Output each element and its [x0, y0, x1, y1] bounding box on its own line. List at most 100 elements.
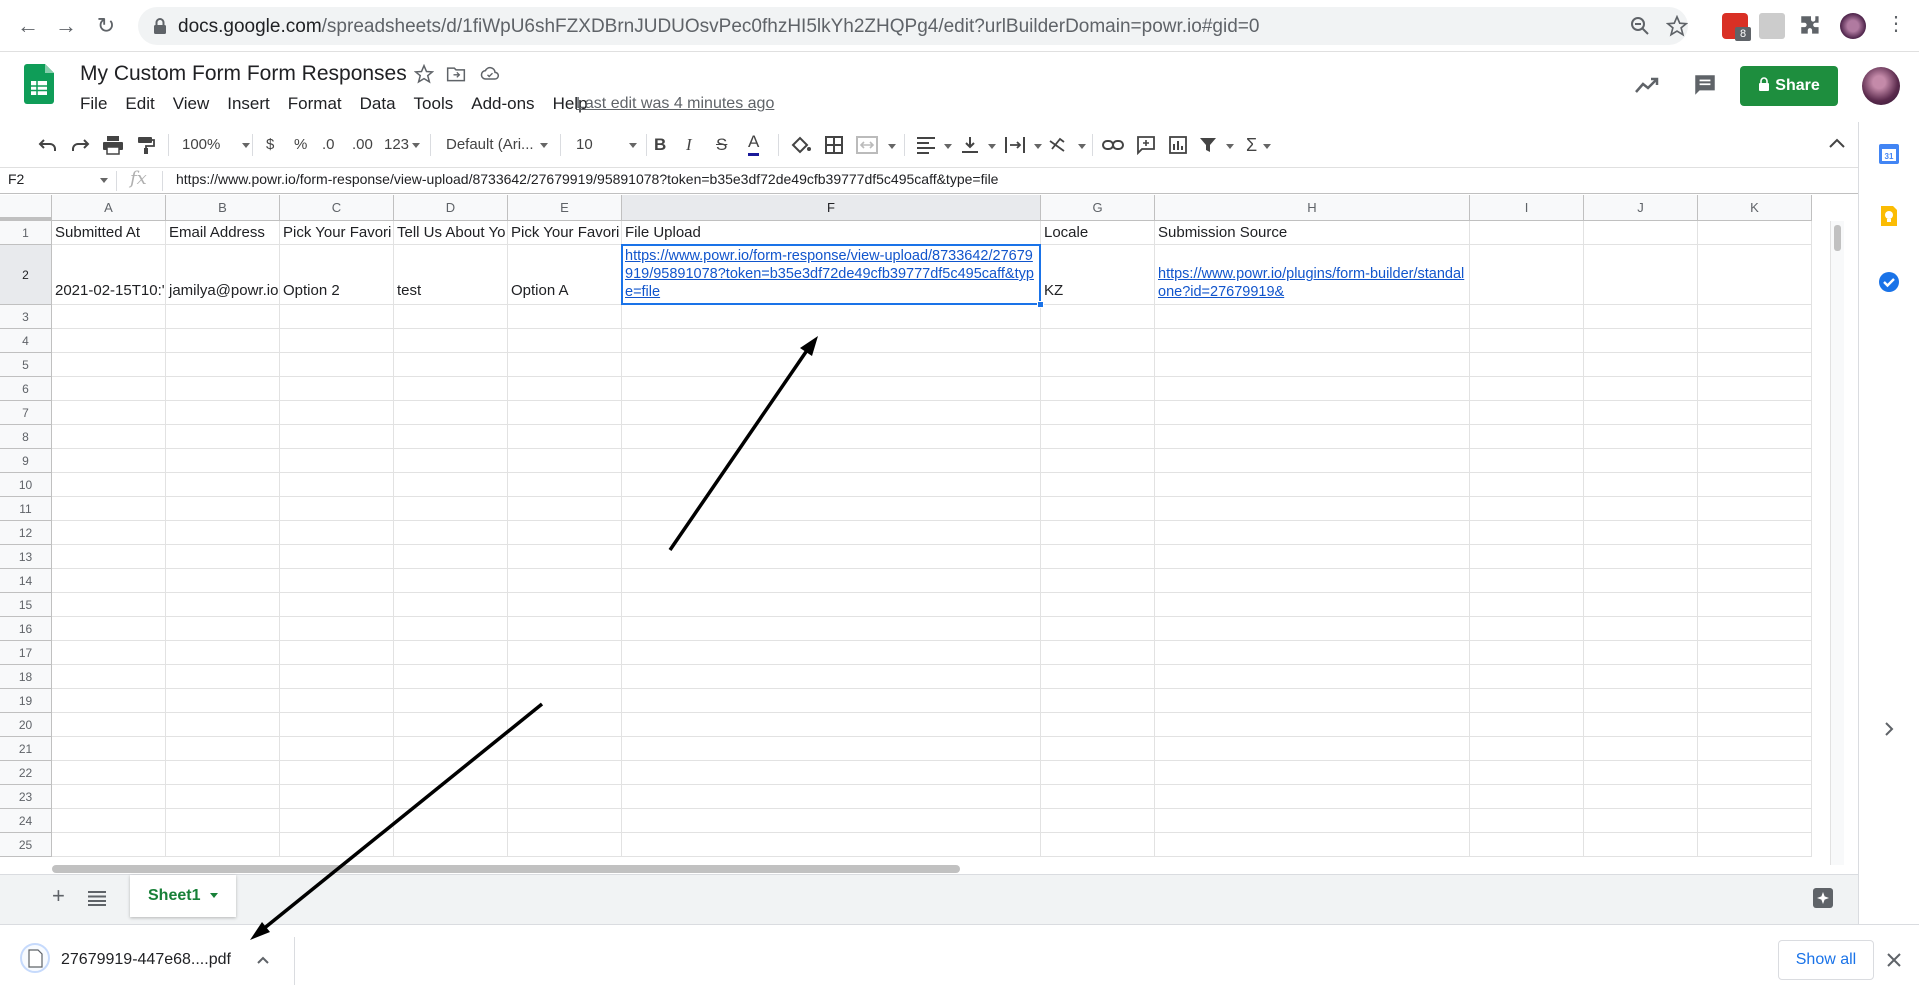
row-header-20[interactable]: 20: [0, 713, 52, 737]
redo-icon[interactable]: [70, 136, 90, 154]
cell-b23[interactable]: [166, 785, 280, 809]
cell-b21[interactable]: [166, 737, 280, 761]
insert-comment-icon[interactable]: [1136, 135, 1156, 155]
column-header-a[interactable]: A: [52, 195, 166, 221]
cell-a10[interactable]: [52, 473, 166, 497]
row-header-25[interactable]: 25: [0, 833, 52, 857]
sheets-logo-icon[interactable]: [24, 64, 54, 104]
cell-i22[interactable]: [1470, 761, 1584, 785]
cell-k23[interactable]: [1698, 785, 1812, 809]
row-header-3[interactable]: 3: [0, 305, 52, 329]
cell-h8[interactable]: [1155, 425, 1470, 449]
cell-k16[interactable]: [1698, 617, 1812, 641]
cell-h1[interactable]: Submission Source: [1155, 221, 1470, 245]
cell-f21[interactable]: [622, 737, 1041, 761]
merge-cells-icon[interactable]: [856, 135, 878, 155]
row-header-12[interactable]: 12: [0, 521, 52, 545]
row-header-19[interactable]: 19: [0, 689, 52, 713]
cell-b25[interactable]: [166, 833, 280, 857]
sheet-tab-sheet1[interactable]: Sheet1: [130, 875, 236, 917]
cell-j3[interactable]: [1584, 305, 1698, 329]
cell-a24[interactable]: [52, 809, 166, 833]
cell-j17[interactable]: [1584, 641, 1698, 665]
bookmark-star-icon[interactable]: [1666, 15, 1688, 37]
keep-icon[interactable]: [1877, 204, 1901, 228]
cell-b15[interactable]: [166, 593, 280, 617]
menu-tools[interactable]: Tools: [414, 94, 463, 116]
cell-h6[interactable]: [1155, 377, 1470, 401]
cell-b24[interactable]: [166, 809, 280, 833]
cell-g20[interactable]: [1041, 713, 1155, 737]
cell-k21[interactable]: [1698, 737, 1812, 761]
cell-d10[interactable]: [394, 473, 508, 497]
cell-k7[interactable]: [1698, 401, 1812, 425]
cell-c24[interactable]: [280, 809, 394, 833]
cell-c3[interactable]: [280, 305, 394, 329]
cell-e5[interactable]: [508, 353, 622, 377]
cell-d23[interactable]: [394, 785, 508, 809]
cell-a2[interactable]: 2021-02-15T10:': [52, 245, 166, 305]
cell-d1[interactable]: Tell Us About Yo: [394, 221, 508, 245]
expand-panel-icon[interactable]: [1883, 720, 1895, 738]
cell-f6[interactable]: [622, 377, 1041, 401]
cloud-saved-icon[interactable]: [480, 64, 500, 84]
cell-k5[interactable]: [1698, 353, 1812, 377]
menu-data[interactable]: Data: [360, 94, 405, 116]
column-header-f[interactable]: F: [622, 195, 1041, 221]
cell-j20[interactable]: [1584, 713, 1698, 737]
cell-g3[interactable]: [1041, 305, 1155, 329]
cell-i25[interactable]: [1470, 833, 1584, 857]
cell-d25[interactable]: [394, 833, 508, 857]
cell-i21[interactable]: [1470, 737, 1584, 761]
cell-d13[interactable]: [394, 545, 508, 569]
cell-e13[interactable]: [508, 545, 622, 569]
cell-g23[interactable]: [1041, 785, 1155, 809]
insert-link-icon[interactable]: [1102, 136, 1124, 154]
cell-d9[interactable]: [394, 449, 508, 473]
cell-a18[interactable]: [52, 665, 166, 689]
cell-h17[interactable]: [1155, 641, 1470, 665]
cell-d6[interactable]: [394, 377, 508, 401]
cell-h24[interactable]: [1155, 809, 1470, 833]
cell-f5[interactable]: [622, 353, 1041, 377]
cell-e12[interactable]: [508, 521, 622, 545]
cell-b11[interactable]: [166, 497, 280, 521]
cell-d4[interactable]: [394, 329, 508, 353]
cell-k15[interactable]: [1698, 593, 1812, 617]
last-edit-link[interactable]: Last edit was 4 minutes ago: [576, 95, 774, 113]
cell-j19[interactable]: [1584, 689, 1698, 713]
cell-g24[interactable]: [1041, 809, 1155, 833]
cell-j22[interactable]: [1584, 761, 1698, 785]
row-header-8[interactable]: 8: [0, 425, 52, 449]
filter-icon[interactable]: [1198, 135, 1218, 155]
cell-c25[interactable]: [280, 833, 394, 857]
currency-format-button[interactable]: $: [266, 132, 274, 158]
cell-c2[interactable]: Option 2: [280, 245, 394, 305]
menu-insert[interactable]: Insert: [227, 94, 279, 116]
cell-e3[interactable]: [508, 305, 622, 329]
cell-e9[interactable]: [508, 449, 622, 473]
cell-d8[interactable]: [394, 425, 508, 449]
fill-color-icon[interactable]: [790, 135, 812, 155]
cell-a23[interactable]: [52, 785, 166, 809]
cell-a9[interactable]: [52, 449, 166, 473]
cell-d3[interactable]: [394, 305, 508, 329]
borders-icon[interactable]: [824, 135, 844, 155]
cell-c10[interactable]: [280, 473, 394, 497]
cell-j14[interactable]: [1584, 569, 1698, 593]
text-rotation-icon[interactable]: [1048, 135, 1070, 155]
cell-c5[interactable]: [280, 353, 394, 377]
cell-i24[interactable]: [1470, 809, 1584, 833]
cell-h18[interactable]: [1155, 665, 1470, 689]
cell-e22[interactable]: [508, 761, 622, 785]
cell-b6[interactable]: [166, 377, 280, 401]
cell-c4[interactable]: [280, 329, 394, 353]
cell-e21[interactable]: [508, 737, 622, 761]
select-all-corner[interactable]: [0, 195, 52, 221]
cell-c18[interactable]: [280, 665, 394, 689]
cell-a17[interactable]: [52, 641, 166, 665]
cell-f8[interactable]: [622, 425, 1041, 449]
cell-f24[interactable]: [622, 809, 1041, 833]
cell-e15[interactable]: [508, 593, 622, 617]
cell-e6[interactable]: [508, 377, 622, 401]
